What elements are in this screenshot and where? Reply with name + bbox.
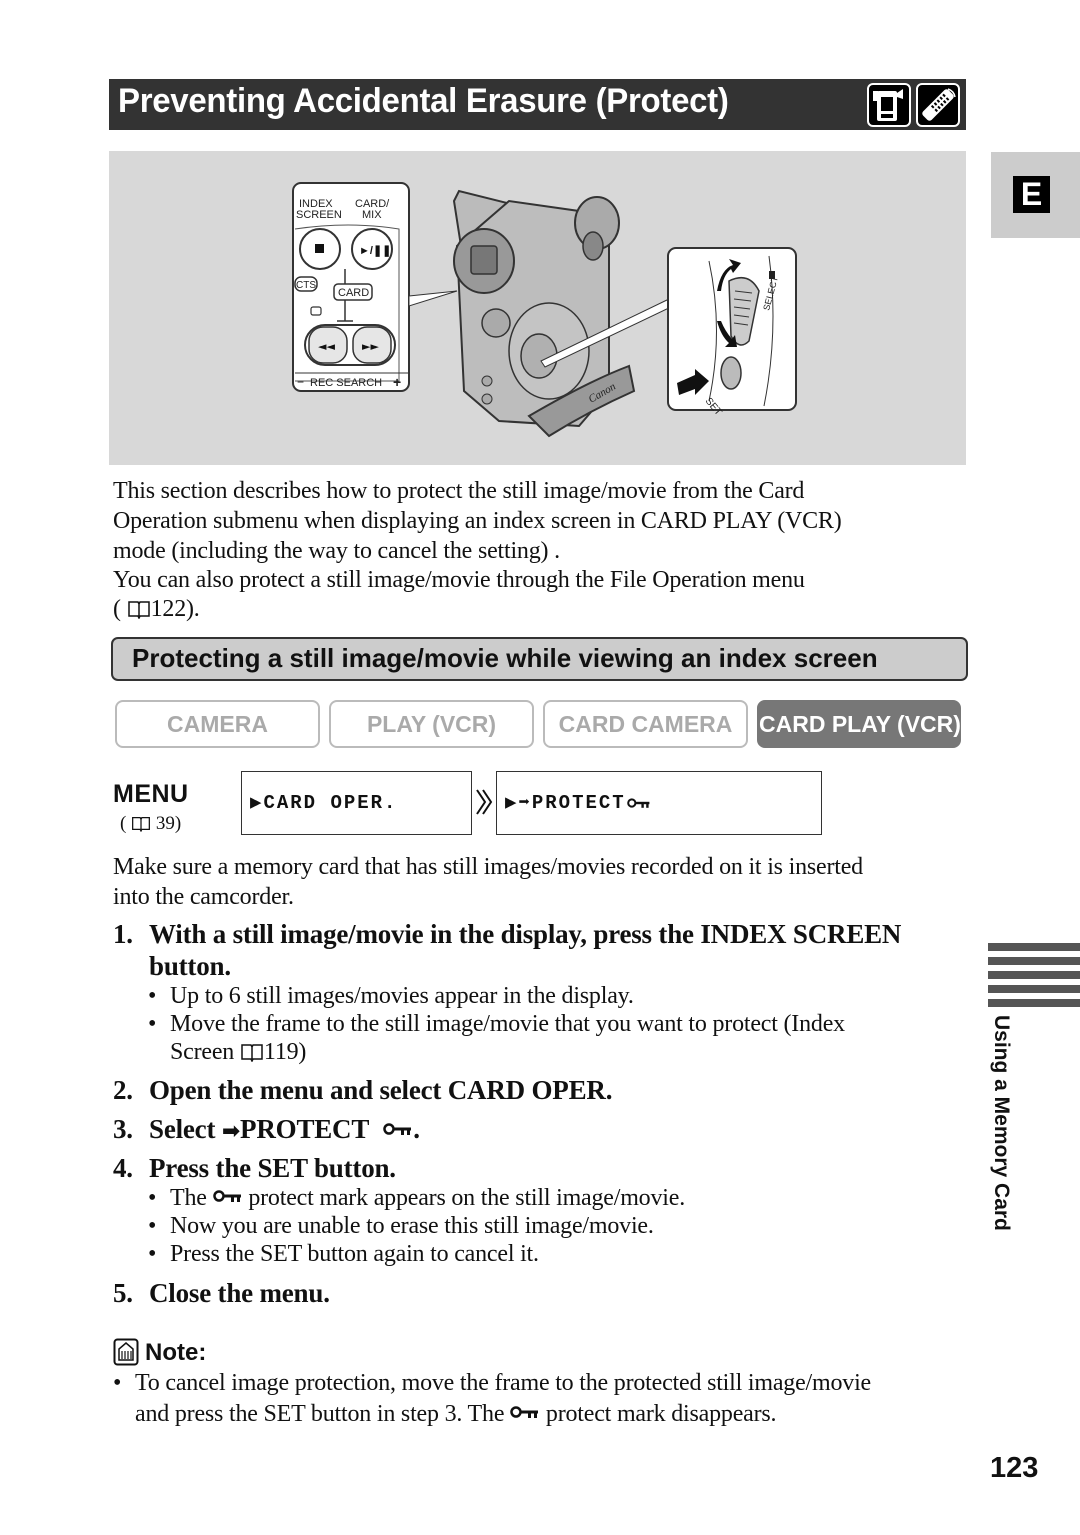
note-line: • To cancel image protection, move the fr…	[113, 1370, 871, 1396]
step-4: 4. Press the SET button.	[113, 1153, 396, 1183]
step-1-bullet: • Move the frame to the still image/movie…	[148, 1011, 845, 1037]
mode-camera: CAMERA	[115, 700, 320, 748]
rewind-icon: ◄◄	[318, 340, 335, 353]
select-dial-callout: SET SELECT	[667, 247, 797, 418]
key-icon	[510, 1406, 539, 1418]
step-4-bullet: • Press the SET button again to cancel it…	[148, 1241, 539, 1267]
play-pause-icon: ►/❚❚	[359, 245, 391, 257]
menu-label: MENU	[113, 780, 189, 808]
page-number: 123	[990, 1452, 1039, 1484]
prerequisite-line: into the camcorder.	[113, 884, 294, 910]
arrow-icon: ➡	[221, 1119, 241, 1144]
step-1-bullet-continued: Screen 119)	[170, 1039, 307, 1065]
intro-line: Operation submenu when displaying an ind…	[113, 508, 842, 534]
fast-forward-icon: ►►	[362, 340, 379, 353]
card-label: CARD	[338, 287, 369, 299]
note-heading: Note:	[113, 1338, 206, 1367]
camcorder-body: Canon	[452, 189, 672, 438]
section-stripe	[988, 971, 1080, 979]
rec-search-plus: +	[393, 374, 401, 390]
book-icon	[127, 601, 150, 619]
key-icon	[383, 1123, 412, 1135]
language-letter: E	[1013, 176, 1050, 213]
step-4-bullet: • Now you are unable to erase this still …	[148, 1213, 654, 1239]
key-icon	[212, 1190, 241, 1202]
menu-step-card-oper: ▶CARD OPER.	[241, 771, 472, 835]
key-icon	[627, 798, 650, 808]
mode-card-camera: CARD CAMERA	[543, 700, 748, 748]
page-title: Preventing Accidental Erasure (Protect)	[118, 82, 729, 120]
step-4-bullet: • The protect mark appears on the still i…	[148, 1185, 686, 1211]
step-1-bullet: • Up to 6 still images/movies appear in t…	[148, 983, 634, 1009]
step-2: 2. Open the menu and select CARD OPER.	[113, 1075, 613, 1105]
camcorder-icon	[867, 83, 911, 127]
intro-line: You can also protect a still image/movie…	[113, 567, 805, 593]
double-chevron-icon	[476, 789, 493, 815]
section-stripe	[988, 943, 1080, 951]
button-panel-callout: INDEX SCREEN CARD/ MIX ►/❚❚ CTS CARD ◄◄ …	[292, 182, 458, 392]
menu-reference: ( 39)	[120, 813, 182, 834]
camcorder-illustration: INDEX SCREEN CARD/ MIX ►/❚❚ CTS CARD ◄◄ …	[109, 151, 966, 465]
section-stripe	[988, 999, 1080, 1007]
intro-reference: ( 122).	[113, 596, 200, 622]
remote-control-icon	[916, 83, 960, 127]
menu-step-protect: ▶➡PROTECT	[496, 771, 822, 835]
rec-search-label: REC SEARCH	[310, 377, 382, 389]
page-title-bar: Preventing Accidental Erasure (Protect)	[109, 79, 966, 130]
rec-search-minus: −	[297, 375, 304, 389]
book-icon	[132, 817, 151, 832]
section-label: Using a Memory Card	[990, 1015, 1013, 1231]
prerequisite-line: Make sure a memory card that has still i…	[113, 854, 863, 880]
book-icon	[241, 1044, 263, 1062]
index-screen-label-2: SCREEN	[296, 209, 342, 221]
section-stripe	[988, 957, 1080, 965]
language-tab: E	[991, 152, 1080, 238]
effects-label: CTS	[296, 280, 316, 291]
section-subheading: Protecting a still image/movie while vie…	[111, 637, 968, 681]
intro-line: mode (including the way to cancel the se…	[113, 538, 560, 564]
intro-line: This section describes how to protect th…	[113, 478, 805, 504]
stop-icon	[315, 244, 324, 253]
mode-play-vcr: PLAY (VCR)	[329, 700, 534, 748]
mode-card-play-vcr: CARD PLAY (VCR)	[757, 700, 961, 748]
card-mix-label-2: MIX	[362, 209, 382, 221]
step-5: 5. Close the menu.	[113, 1278, 330, 1308]
step-1: 1. With a still image/movie in the displa…	[113, 919, 902, 949]
note-icon	[113, 1338, 139, 1366]
step-3: 3. Select ➡PROTECT .	[113, 1114, 420, 1144]
section-stripe	[988, 985, 1080, 993]
speaker-icon	[769, 271, 775, 279]
note-line: and press the SET button in step 3. The …	[135, 1401, 777, 1427]
step-1-continued: button.	[149, 951, 231, 981]
